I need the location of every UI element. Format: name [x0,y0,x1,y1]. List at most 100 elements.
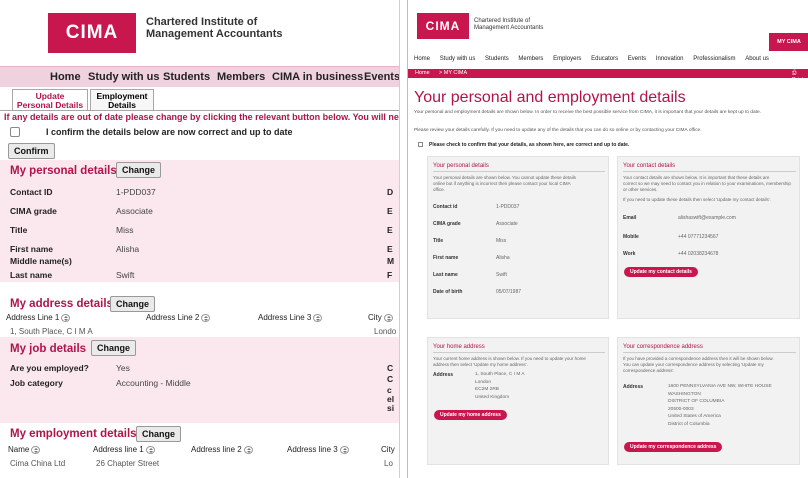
nav-events[interactable]: Events [628,56,646,62]
row-label: CIMA grade [10,206,57,216]
sort-icon[interactable] [145,445,155,454]
col-header[interactable]: Address line 2 [191,445,253,454]
card-divider [433,352,605,353]
nav-students[interactable]: Students [163,71,210,83]
row-value: Swift [116,270,135,280]
change-personal-button[interactable]: Change [116,162,162,178]
tab-employment-details[interactable]: Employment Details [90,89,154,110]
nav-home[interactable]: Home [50,71,81,83]
nav-members[interactable]: Members [217,71,265,83]
nav-professionalism[interactable]: Professionalism [693,56,735,62]
sort-icon[interactable] [31,445,41,454]
sort-icon[interactable] [61,313,71,322]
address-details-title: My address details [10,298,113,310]
row-label: Work [623,251,636,257]
card-divider [623,352,796,353]
nav-cima-in-business[interactable]: CIMA in business [272,71,363,83]
cima-logo[interactable]: CIMA [48,13,136,53]
row-value: 1-PDD037 [116,187,156,197]
nav-study[interactable]: Study with us [88,71,160,83]
nav-employers[interactable]: Employers [553,56,581,62]
change-job-button[interactable]: Change [91,340,137,356]
row-label: Are you employed? [10,363,89,373]
row-value: Associate [116,206,153,216]
change-employment-button[interactable]: Change [136,426,182,442]
row-value: Alisha [496,255,510,261]
tab-update-personal-details[interactable]: Update Personal Details [12,89,88,111]
row-label: Date of birth [433,289,463,295]
col-header[interactable]: Address line 1 [93,445,155,454]
address-line1-value: 1, South Place, C I M A [10,327,93,336]
card-divider [623,171,796,172]
nav-members[interactable]: Members [518,56,543,62]
row-label: Last name [10,270,53,280]
my-cima-button[interactable]: MY CIMA [769,33,808,51]
correspondence-address-card: Your correspondence address If you have … [617,337,800,465]
nav-educators[interactable]: Educators [591,56,618,62]
row-value: +44 07771234567 [678,234,719,240]
update-contact-details-button[interactable]: Update my contact details [624,267,698,277]
nav-students[interactable]: Students [485,56,509,62]
update-home-address-button[interactable]: Update my home address [434,410,507,420]
change-address-button[interactable]: Change [110,296,156,312]
confirm-button[interactable]: Confirm [8,143,55,159]
nav-study[interactable]: Study with us [440,56,476,62]
new-site-panel: CIMA Chartered Institute of Management A… [407,0,808,478]
breadcrumb-current: > MY CIMA [439,70,468,76]
employment-details-title: My employment details [10,428,137,440]
col-header[interactable]: Name [8,445,41,454]
col-header[interactable]: Address line 3 [287,445,349,454]
row-label: Email [623,215,637,221]
nav-about[interactable]: About us [745,56,769,62]
old-site-panel: CIMA Chartered Institute of Management A… [0,0,400,478]
row-value: 05/07/1987 [496,289,522,295]
breadcrumb-home[interactable]: Home [415,70,430,76]
intro-text: Your personal and employment details are… [414,110,761,115]
print-link[interactable]: ⎙ Print [792,70,808,83]
col-header[interactable]: Address Line 2 [146,313,211,322]
nav-innovation[interactable]: Innovation [656,56,684,62]
sort-icon[interactable] [313,313,323,322]
nav-events[interactable]: Events [364,71,399,83]
page-title: Your personal and employment details [414,89,686,106]
card-title: Your personal details [433,163,489,169]
col-header[interactable]: City [381,445,395,454]
row-edge: M [387,256,395,266]
sort-icon[interactable] [383,313,393,322]
cima-logo[interactable]: CIMA [417,13,469,39]
confirm-checkbox[interactable] [10,127,20,137]
sort-icon[interactable] [201,313,211,322]
card-text: or other services. [623,187,658,192]
col-header[interactable]: City [368,313,393,322]
sort-icon[interactable] [339,445,349,454]
row-value: Miss [116,225,134,235]
row-value: 1-PDD037 [496,204,520,210]
org-name: Chartered Institute of Management Accoun… [474,18,544,31]
personal-details-title: My personal details [10,165,117,177]
main-nav: Home Study with us Students Members CIMA… [0,66,399,87]
sort-icon[interactable] [243,445,253,454]
update-notice: If any details are out of date please ch… [4,112,400,122]
breadcrumb: Home > MY CIMA ⎙ Print [408,69,808,83]
row-label: Mobile [623,234,639,240]
new-site-header: CIMA Chartered Institute of Management A… [408,0,808,51]
row-label: First name [10,244,53,254]
employer-city-value: Lo [384,459,393,468]
home-address-card: Your home address Your current home addr… [427,337,609,465]
row-value: Alisha [116,244,140,254]
row-edge: E [387,206,393,216]
row-edge: F [387,270,393,280]
row-label: CIMA grade [433,221,461,227]
confirm-label: I confirm the details below are now corr… [46,127,293,137]
col-header[interactable]: Address Line 3 [258,313,323,322]
confirm-checkbox[interactable] [418,142,423,147]
home-address-lines: 1, South Place, C I M A London EC2M 2RB … [475,372,525,400]
row-label: Middle name(s) [10,256,72,266]
col-header[interactable]: Address Line 1 [6,313,71,322]
update-correspondence-address-button[interactable]: Update my correspondence address [624,442,723,452]
card-text: correspondence address'. [623,368,675,373]
row-edge: C [387,374,394,384]
nav-home[interactable]: Home [414,56,430,62]
row-edge: D [387,187,394,197]
address-label: Address [433,372,454,378]
